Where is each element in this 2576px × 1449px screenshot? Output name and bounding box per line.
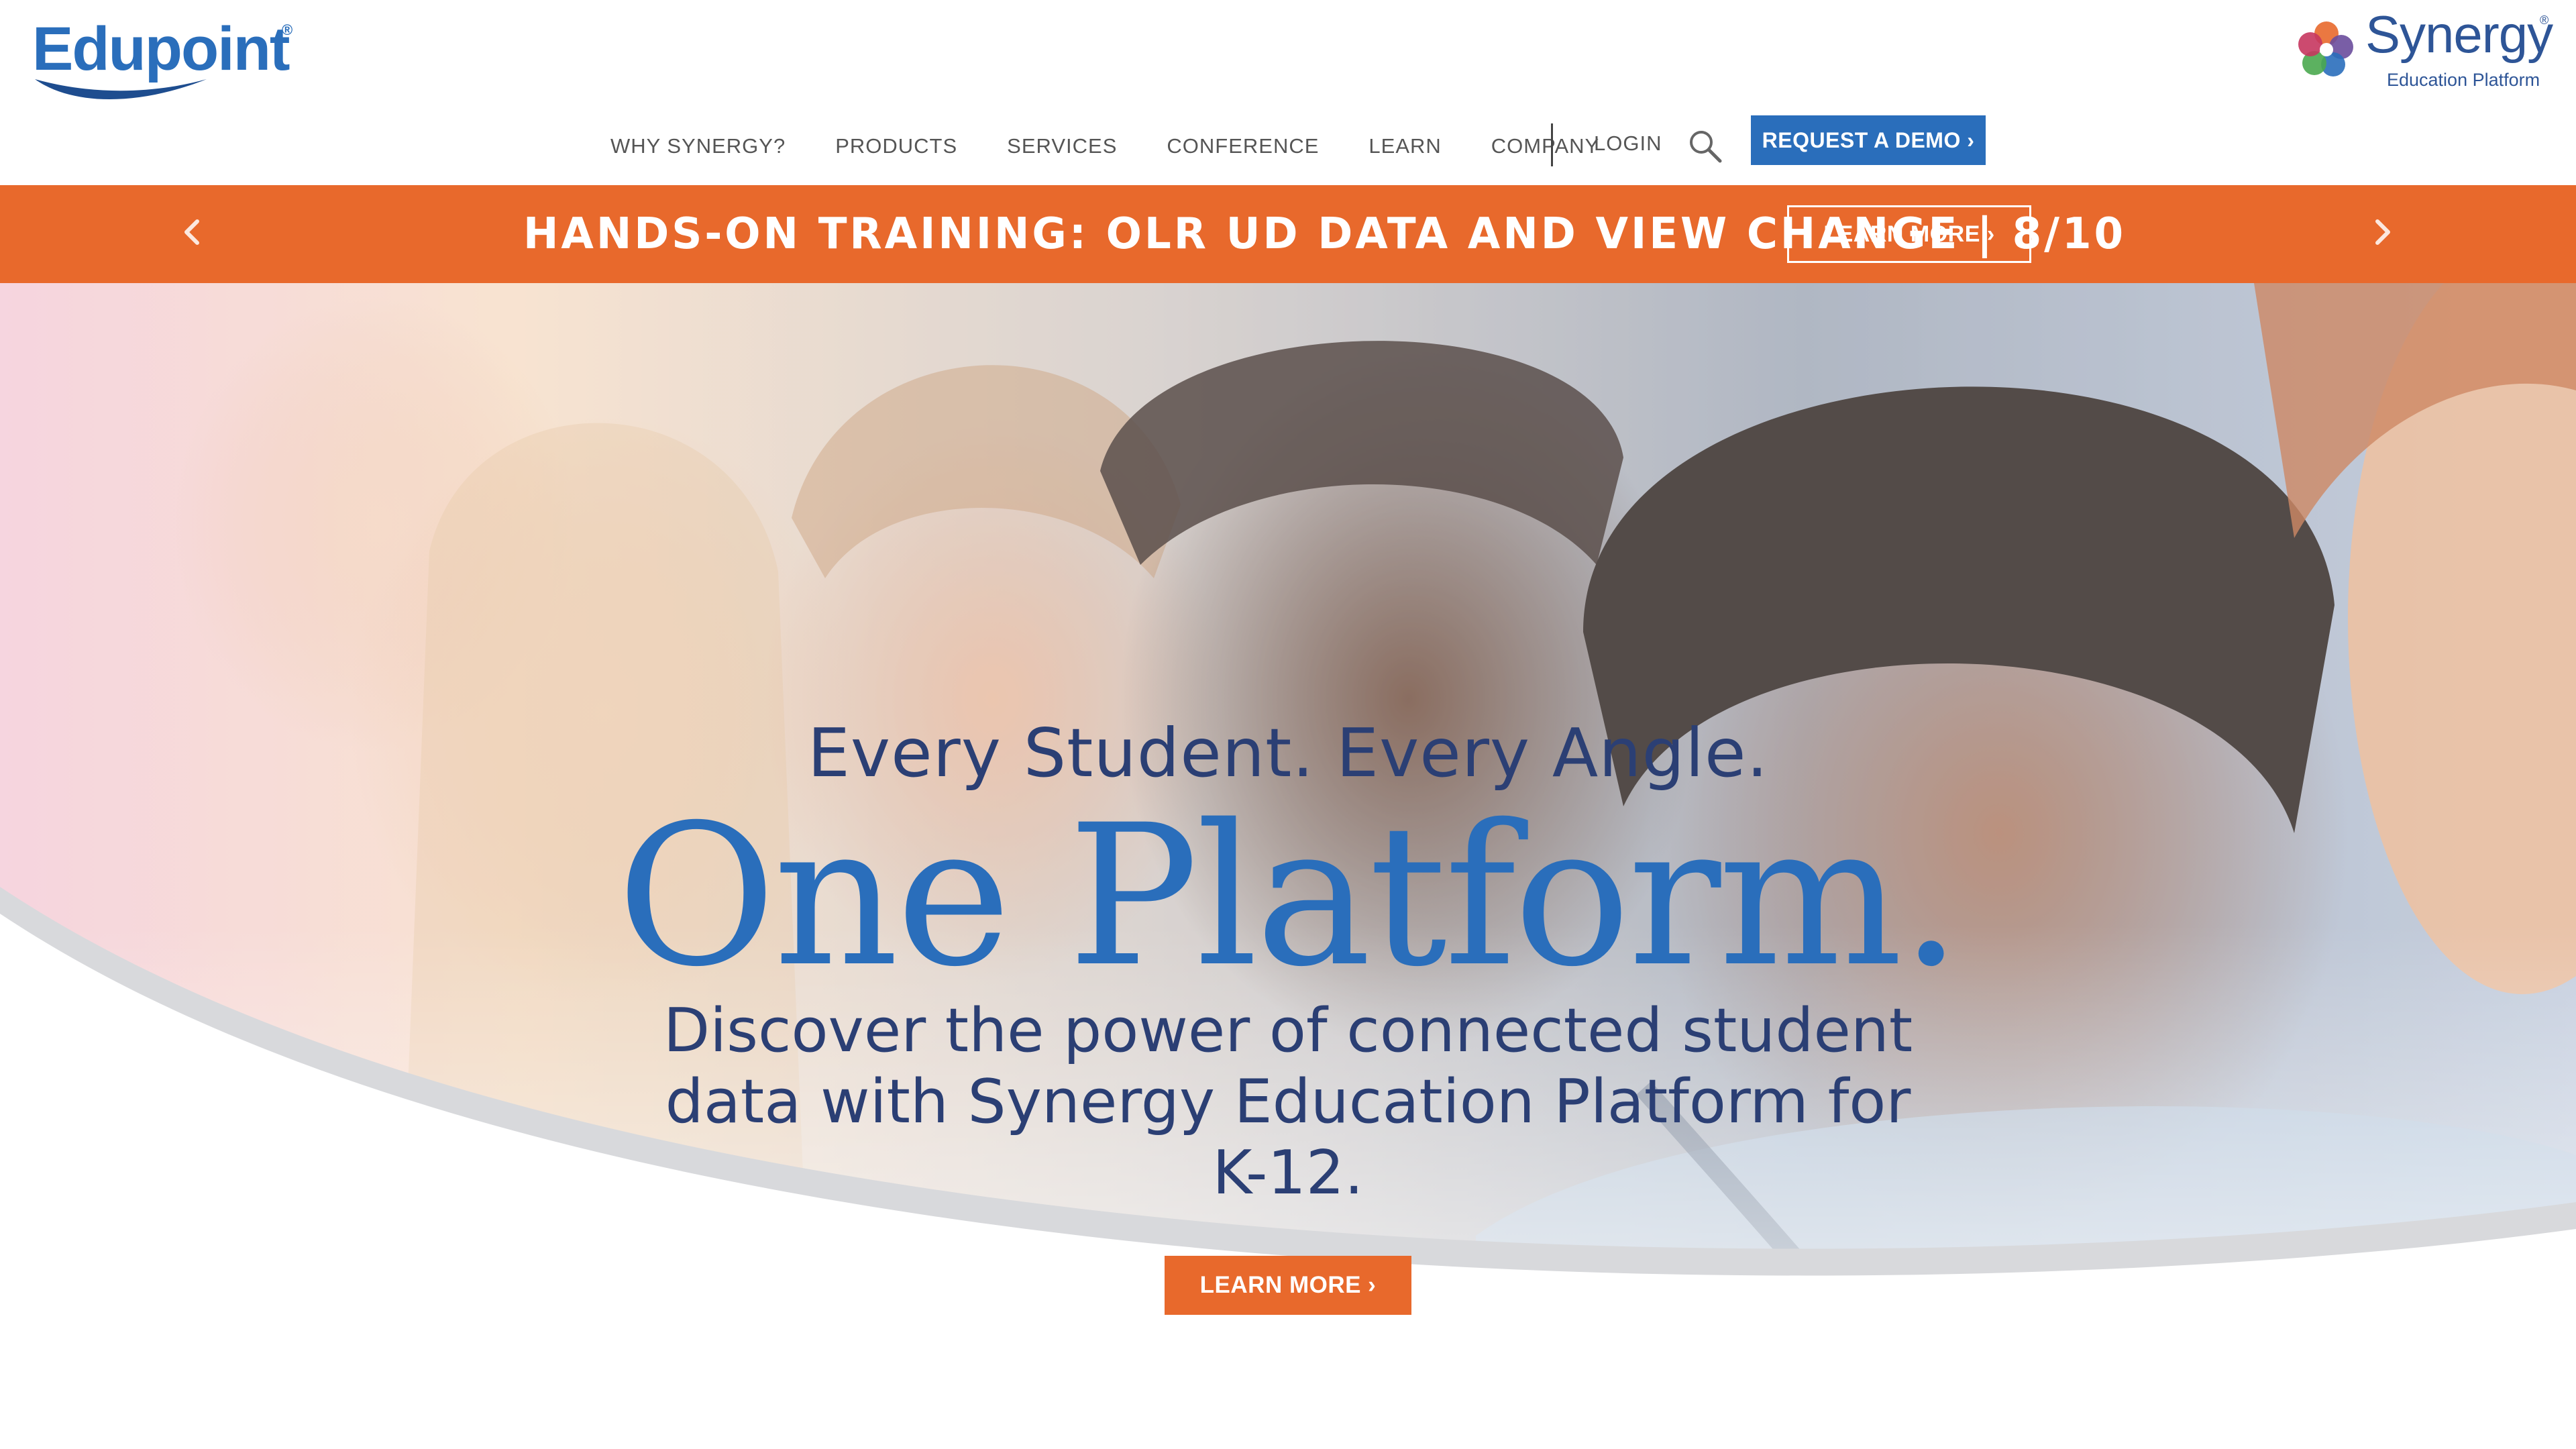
synergy-flower-icon: [2298, 21, 2353, 76]
search-icon[interactable]: [1686, 127, 1724, 165]
synergy-subtitle: Education Platform: [2387, 70, 2540, 90]
main-nav: WHY SYNERGY? PRODUCTS SERVICES CONFERENC…: [610, 131, 1649, 161]
chevron-left-icon[interactable]: [173, 212, 213, 252]
hero-tagline: Every Student. Every Angle.: [807, 714, 1769, 792]
login-link[interactable]: LOGIN: [1594, 131, 1662, 156]
site-header: Edupoint ® Synergy ® Education Platform …: [0, 0, 2576, 185]
edupoint-swoosh-icon: [35, 79, 207, 99]
banner-learn-more-button[interactable]: LEARN MORE ›: [1787, 205, 2031, 263]
hero-section: Every Student. Every Angle. One Platform…: [0, 283, 2576, 1449]
edupoint-logo[interactable]: Edupoint ®: [32, 12, 301, 99]
hero-learn-more-button[interactable]: LEARN MORE ›: [1165, 1256, 1411, 1315]
request-demo-button[interactable]: REQUEST A DEMO ›: [1751, 115, 1986, 165]
synergy-wordmark: Synergy: [2365, 5, 2553, 64]
hero-description: Discover the power of connected student …: [663, 996, 1913, 1208]
nav-item-learn[interactable]: LEARN: [1368, 134, 1441, 158]
nav-divider: [1551, 123, 1553, 166]
nav-item-company[interactable]: COMPANY: [1491, 134, 1599, 158]
synergy-logo[interactable]: Synergy ® Education Platform: [2294, 5, 2553, 90]
nav-item-services[interactable]: SERVICES: [1007, 134, 1117, 158]
hero-title: One Platform.: [616, 784, 1962, 1010]
registered-mark: ®: [282, 21, 293, 38]
nav-item-conference[interactable]: CONFERENCE: [1167, 134, 1319, 158]
chevron-right-icon[interactable]: [2361, 212, 2402, 252]
registered-mark: ®: [2540, 13, 2549, 27]
announcement-banner: HANDS-ON TRAINING: OLR UD DATA AND VIEW …: [0, 185, 2576, 283]
nav-item-products[interactable]: PRODUCTS: [835, 134, 957, 158]
nav-item-why-synergy[interactable]: WHY SYNERGY?: [610, 134, 786, 158]
